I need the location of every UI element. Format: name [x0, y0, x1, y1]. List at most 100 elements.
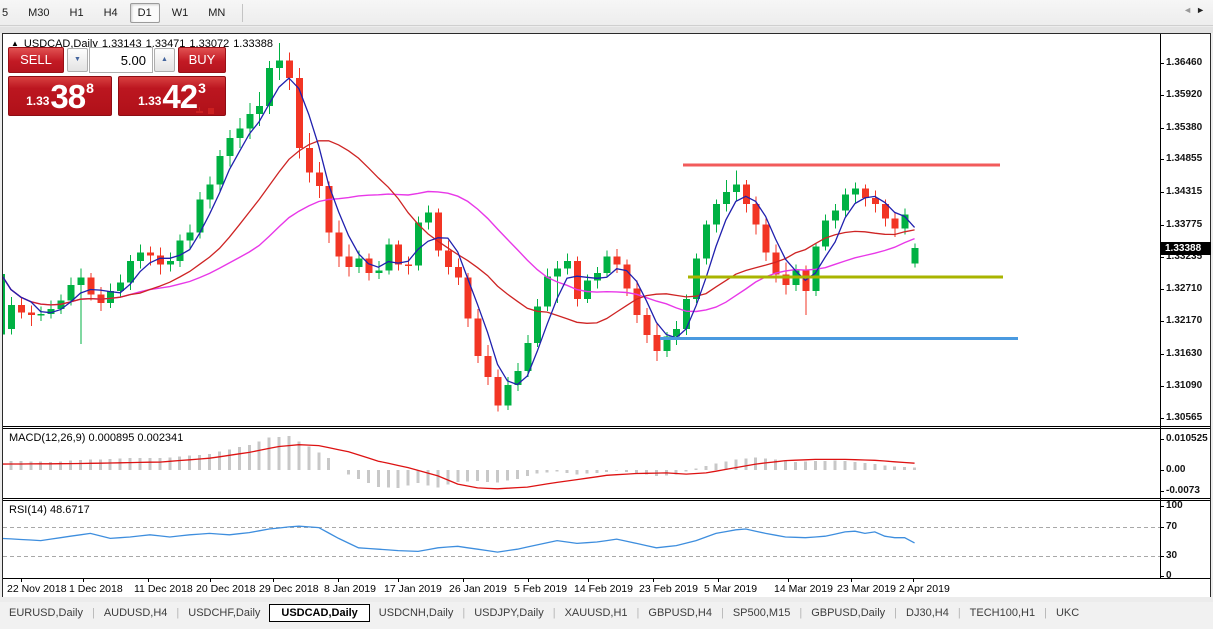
chart-tab-usdjpy-daily[interactable]: USDJPY,Daily: [465, 604, 553, 622]
chart-tab-dj30-h4[interactable]: DJ30,H4: [897, 604, 958, 622]
tab-scroll-right-icon[interactable]: ►: [1196, 5, 1209, 15]
macd-scale-label: -0.0073: [1166, 485, 1200, 496]
price-scale-label: 1.35920: [1166, 89, 1203, 100]
sell-price-pip: 8: [86, 80, 94, 96]
scale-tick: [1160, 418, 1164, 419]
scale-tick: [1160, 527, 1164, 528]
date-label: 17 Jan 2019: [384, 583, 442, 595]
time-axis[interactable]: 22 Nov 2018 1 Dec 2018 11 Dec 2018 20 Dec 2…: [3, 578, 1210, 597]
timeframe-button-h4[interactable]: H4: [96, 3, 126, 23]
chevron-down-icon: ▼: [74, 56, 81, 63]
toolbar-separator: [242, 3, 244, 22]
sell-price-prefix: 1.33: [26, 94, 50, 108]
price-chart-canvas[interactable]: ▲ USDCAD,Daily 1.33143 1.33471 1.33072 1.3338…: [3, 34, 1160, 426]
chart-tab-tech100-h1[interactable]: TECH100,H1: [961, 604, 1044, 622]
timeframe-button-mn[interactable]: MN: [200, 3, 233, 23]
date-label: 5 Feb 2019: [514, 583, 568, 595]
date-label: 26 Jan 2019: [449, 583, 507, 595]
chart-tab-ukc[interactable]: UKC: [1047, 604, 1088, 622]
volume-increase-button[interactable]: ▲: [154, 48, 175, 72]
timeframe-button-d1[interactable]: D1: [129, 2, 160, 23]
chart-tab-eurusd-daily[interactable]: EURUSD,Daily: [0, 604, 92, 622]
macd-scale-label: 0.00: [1166, 464, 1186, 475]
price-scale-label: 1.34855: [1166, 153, 1203, 164]
price-scale-label: 1.32170: [1166, 315, 1203, 326]
scale-tick: [1160, 225, 1164, 226]
scale-tick: [1160, 470, 1164, 471]
price-scale-label: 1.30565: [1166, 412, 1203, 423]
scale-tick: [1160, 506, 1164, 507]
rsi-chart-canvas[interactable]: RSI(14) 48.6717: [3, 501, 1160, 578]
time-tick: [83, 579, 84, 582]
ohlc-close: 1.33388: [233, 38, 273, 50]
scale-tick: [1160, 354, 1164, 355]
sell-price-panel[interactable]: 1.33 38 8: [8, 76, 112, 116]
time-tick: [273, 579, 274, 582]
time-tick: [21, 579, 22, 582]
date-label: 14 Feb 2019: [574, 583, 633, 595]
price-scale-label: 1.35380: [1166, 122, 1203, 133]
buy-price-big: 42: [162, 78, 198, 115]
date-label: 29 Dec 2018: [259, 583, 319, 595]
timeframe-button-5[interactable]: 5: [0, 3, 16, 23]
sell-price-big: 38: [50, 78, 86, 115]
rsi-scale-label: 0: [1166, 570, 1172, 581]
scale-tick: [1160, 556, 1164, 557]
chart-tab-sp500-m15[interactable]: SP500,M15: [724, 604, 799, 622]
scale-tick: [1160, 289, 1164, 290]
timeframe-toolbar: 5 M30 H1 H4 D1 W1 MN: [0, 0, 1213, 26]
chart-tab-usdcad-daily[interactable]: USDCAD,Daily: [269, 604, 370, 622]
scale-tick: [1160, 439, 1164, 440]
chart-window: ▲ USDCAD,Daily 1.33143 1.33471 1.33072 1.3338…: [2, 33, 1211, 597]
time-tick: [528, 579, 529, 582]
timeframe-button-h1[interactable]: H1: [62, 3, 92, 23]
time-tick: [851, 579, 852, 582]
timeframe-button-w1[interactable]: W1: [164, 3, 197, 23]
scale-tick: [1160, 192, 1164, 193]
date-label: 23 Mar 2019: [837, 583, 896, 595]
time-tick: [718, 579, 719, 582]
scale-tick: [1160, 321, 1164, 322]
rsi-scale-label: 100: [1166, 500, 1183, 511]
terminal-screen: 5 M30 H1 H4 D1 W1 MN ▲ USDCAD,Daily 1.33143 1.334…: [0, 0, 1213, 629]
chart-tab-usdchf-daily[interactable]: USDCHF,Daily: [179, 604, 269, 622]
chart-tab-audusd-h4[interactable]: AUDUSD,H4: [95, 604, 177, 622]
price-scale-label: 1.34315: [1166, 186, 1203, 197]
rsi-label: RSI(14) 48.6717: [9, 504, 90, 516]
macd-label: MACD(12,26,9) 0.000895 0.002341: [9, 432, 184, 444]
volume-input[interactable]: [89, 47, 153, 73]
date-label: 22 Nov 2018: [7, 583, 67, 595]
trade-widget-handles[interactable]: [196, 107, 218, 115]
buy-price-pip: 3: [198, 80, 206, 96]
tab-scroll-arrows: ◄►: [1183, 5, 1209, 15]
time-tick: [653, 579, 654, 582]
rsi-scale-label: 30: [1166, 550, 1178, 561]
sell-button[interactable]: SELL: [8, 47, 64, 73]
time-tick: [338, 579, 339, 582]
chart-tab-gbpusd-h4[interactable]: GBPUSD,H4: [639, 604, 721, 622]
buy-button[interactable]: BUY: [178, 47, 226, 73]
chart-tab-gbpusd-daily[interactable]: GBPUSD,Daily: [802, 604, 894, 622]
chart-tab-usdcnh-daily[interactable]: USDCNH,Daily: [370, 604, 463, 622]
date-label: 20 Dec 2018: [196, 583, 256, 595]
one-click-trade-widget: SELL ▼ ▲ BUY 1.33 38 8 1.33 42 3: [8, 47, 226, 118]
scale-tick: [1160, 386, 1164, 387]
date-label: 2 Apr 2019: [899, 583, 950, 595]
tab-scroll-left-icon[interactable]: ◄: [1183, 5, 1196, 15]
price-scale-label: 1.36460: [1166, 57, 1203, 68]
date-label: 1 Dec 2018: [69, 583, 123, 595]
buy-price-prefix: 1.33: [138, 94, 162, 108]
chart-tab-bar: EURUSD,Daily | AUDUSD,H4 | USDCHF,Daily USDCA…: [0, 602, 1213, 624]
volume-decrease-button[interactable]: ▼: [67, 48, 88, 72]
time-tick: [148, 579, 149, 582]
date-label: 14 Mar 2019: [774, 583, 833, 595]
bottom-strip: [0, 624, 1213, 629]
macd-chart-canvas[interactable]: MACD(12,26,9) 0.000895 0.002341: [3, 429, 1160, 498]
time-tick: [788, 579, 789, 582]
time-tick: [210, 579, 211, 582]
price-scale-label: 1.32710: [1166, 283, 1203, 294]
chart-tab-xauusd-h1[interactable]: XAUUSD,H1: [556, 604, 637, 622]
scale-tick: [1160, 491, 1164, 492]
timeframe-button-m30[interactable]: M30: [20, 3, 57, 23]
macd-scale-label: 0.010525: [1166, 433, 1208, 444]
